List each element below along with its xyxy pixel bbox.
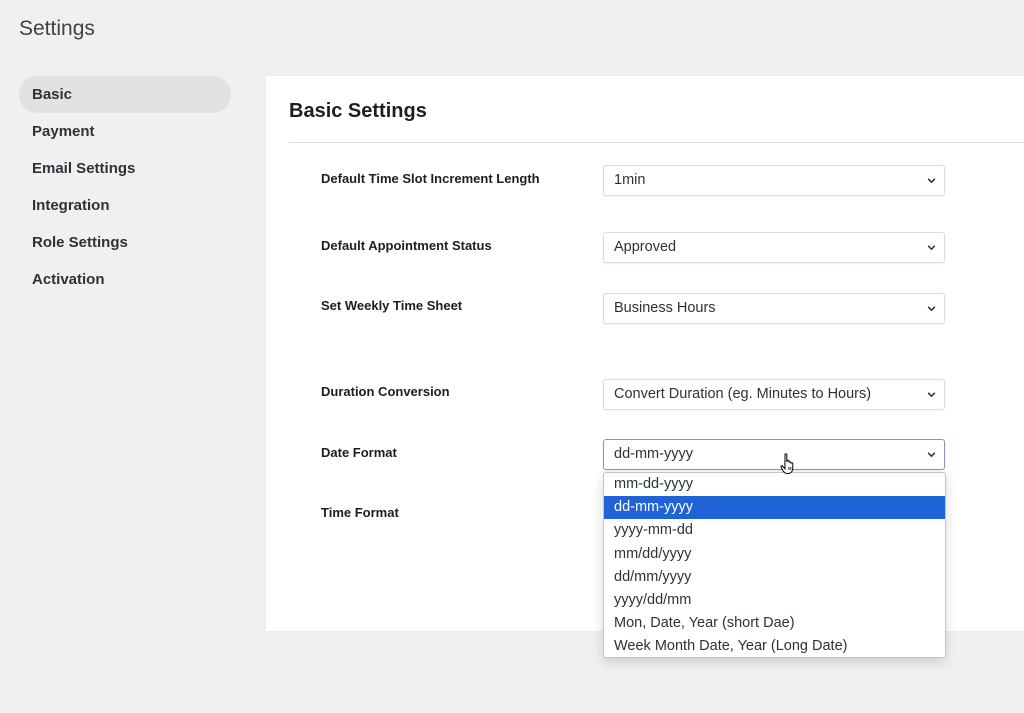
page-title: Settings: [19, 17, 95, 40]
duration-conversion-label: Duration Conversion: [321, 384, 450, 399]
hand-pointer-icon: [780, 453, 794, 474]
appointment-status-select[interactable]: Approved: [603, 232, 945, 263]
settings-sidebar: Basic Payment Email Settings Integration…: [19, 76, 231, 298]
dropdown-option[interactable]: Mon, Date, Year (short Dae): [604, 612, 945, 635]
time-slot-increment-select[interactable]: 1min: [603, 165, 945, 196]
dropdown-option-selected[interactable]: dd-mm-yyyy: [604, 496, 945, 520]
sidebar-item-role-settings[interactable]: Role Settings: [19, 224, 231, 261]
select-value: Convert Duration (eg. Minutes to Hours): [614, 386, 872, 402]
sidebar-item-integration[interactable]: Integration: [19, 187, 231, 224]
dropdown-option[interactable]: mm-dd-yyyy: [604, 473, 945, 496]
sidebar-item-email-settings[interactable]: Email Settings: [19, 150, 231, 187]
panel-title: Basic Settings: [289, 100, 427, 122]
select-value: dd-mm-yyyy: [614, 446, 693, 462]
dropdown-option[interactable]: yyyy/dd/mm: [604, 589, 945, 612]
sidebar-item-basic[interactable]: Basic: [19, 76, 231, 113]
duration-conversion-select[interactable]: Convert Duration (eg. Minutes to Hours): [603, 379, 945, 410]
chevron-down-icon: [927, 245, 936, 251]
dropdown-option[interactable]: mm/dd/yyyy: [604, 543, 945, 566]
select-value: Business Hours: [614, 300, 716, 316]
dropdown-option[interactable]: Week Month Date, Year (Long Date): [604, 635, 945, 657]
weekly-time-sheet-select[interactable]: Business Hours: [603, 293, 945, 324]
select-value: Approved: [614, 239, 677, 255]
chevron-down-icon: [927, 452, 936, 458]
date-format-options: mm-dd-yyyy dd-mm-yyyy yyyy-mm-dd mm/dd/y…: [603, 472, 946, 658]
divider: [289, 142, 1024, 143]
chevron-down-icon: [927, 392, 936, 398]
weekly-time-sheet-label: Set Weekly Time Sheet: [321, 298, 463, 313]
dropdown-option[interactable]: dd/mm/yyyy: [604, 566, 945, 589]
chevron-down-icon: [927, 178, 936, 184]
chevron-down-icon: [927, 306, 936, 312]
select-value: 1min: [614, 172, 646, 188]
time-slot-increment-label: Default Time Slot Increment Length: [321, 171, 540, 186]
date-format-select[interactable]: dd-mm-yyyy: [603, 439, 945, 470]
date-format-label: Date Format: [321, 445, 397, 460]
sidebar-item-activation[interactable]: Activation: [19, 261, 231, 298]
time-format-label: Time Format: [321, 505, 399, 520]
appointment-status-label: Default Appointment Status: [321, 238, 492, 253]
dropdown-option[interactable]: yyyy-mm-dd: [604, 519, 945, 542]
sidebar-item-payment[interactable]: Payment: [19, 113, 231, 150]
